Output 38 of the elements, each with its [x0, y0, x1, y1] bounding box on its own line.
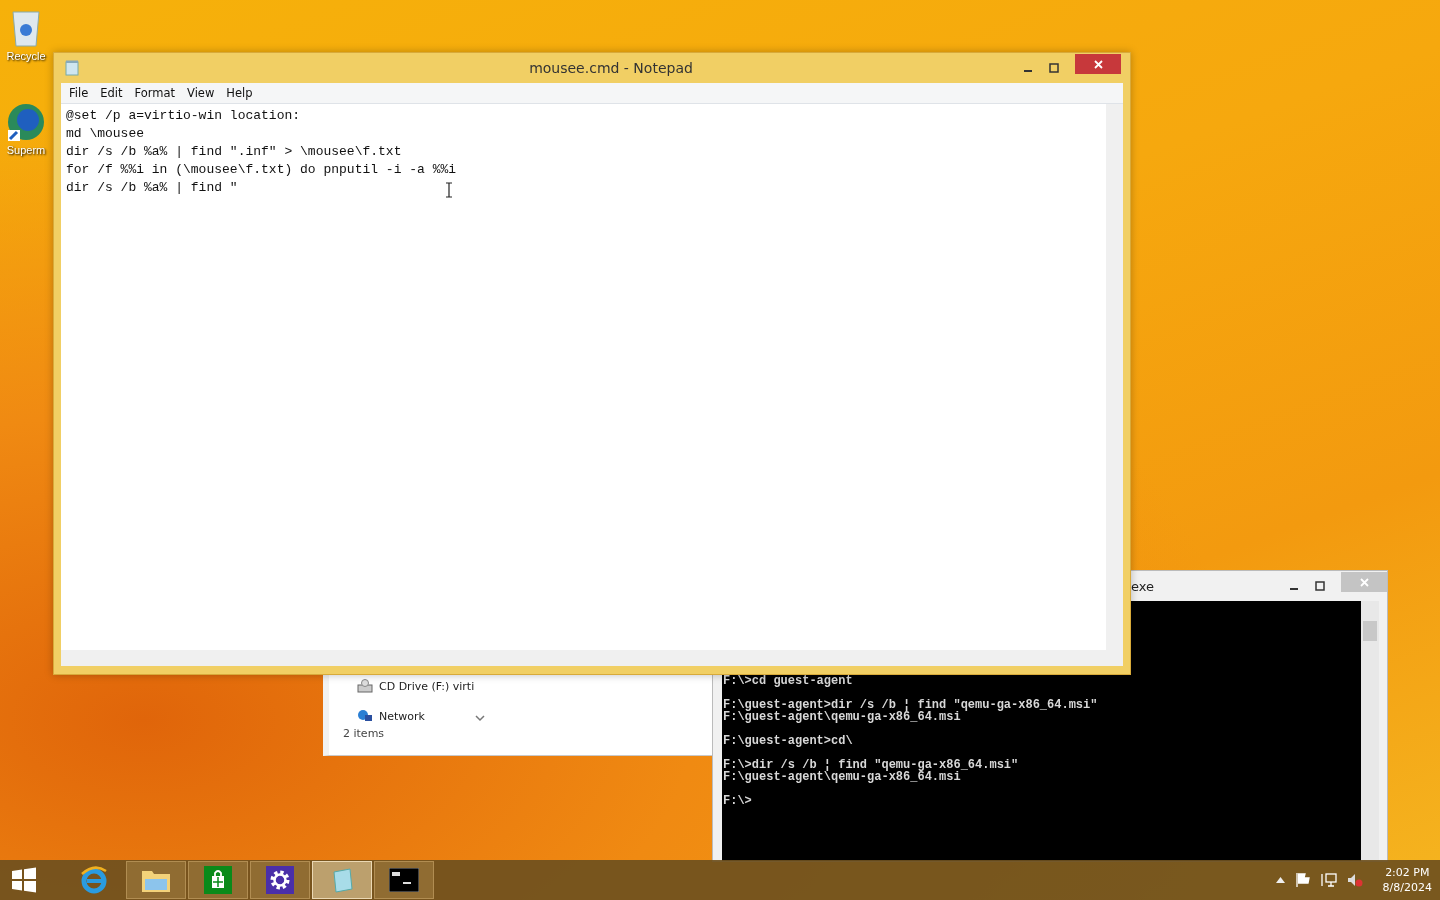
- taskbar-button[interactable]: [374, 861, 434, 899]
- notepad-icon: [65, 60, 79, 76]
- menu-item[interactable]: View: [181, 85, 221, 101]
- scrollbar[interactable]: [1361, 601, 1379, 861]
- muted-speaker-icon[interactable]: [1346, 873, 1363, 887]
- nav-item[interactable]: CD Drive (F:) virti: [379, 679, 475, 693]
- close-button[interactable]: [1075, 54, 1121, 74]
- close-icon: [1359, 577, 1369, 587]
- window-title: mousee.cmd - Notepad: [528, 60, 694, 76]
- taskbar-button[interactable]: [250, 861, 310, 899]
- menu-item[interactable]: Edit: [94, 85, 129, 101]
- horizontal-scrollbar[interactable]: [61, 650, 1123, 666]
- globe-icon[interactable]: [6, 102, 46, 142]
- windows-logo-icon[interactable]: [10, 866, 38, 894]
- gear-icon: [266, 866, 294, 894]
- network-icon[interactable]: [1320, 873, 1337, 887]
- shopping-bag-icon: [204, 866, 232, 894]
- vertical-scrollbar[interactable]: [1106, 104, 1123, 650]
- clock-date: 8/8/2024: [1382, 880, 1432, 895]
- cd-drive-icon: [357, 679, 373, 693]
- menu-item[interactable]: File: [63, 85, 95, 101]
- nav-item[interactable]: Network: [379, 709, 425, 723]
- window-title: exe: [1131, 578, 1155, 594]
- up-arrow-icon[interactable]: [1275, 877, 1285, 883]
- maximize-icon[interactable]: [1315, 581, 1325, 591]
- terminal-icon: [389, 868, 419, 892]
- network-icon: [357, 709, 373, 723]
- menu-item[interactable]: Format: [128, 85, 182, 101]
- item-count: 2 items: [342, 726, 386, 742]
- close-icon: [1093, 59, 1103, 69]
- chevron-down-icon[interactable]: [475, 715, 485, 722]
- menu-item[interactable]: Help: [220, 85, 259, 101]
- flag-icon[interactable]: [1294, 873, 1311, 887]
- maximize-icon[interactable]: [1049, 63, 1059, 73]
- browser-e-icon: [79, 865, 109, 895]
- text-cursor-icon: [445, 182, 453, 198]
- clock-time: 2:02 PM: [1385, 865, 1430, 880]
- clock[interactable]: 2:02 PM 8/8/2024: [1382, 865, 1432, 895]
